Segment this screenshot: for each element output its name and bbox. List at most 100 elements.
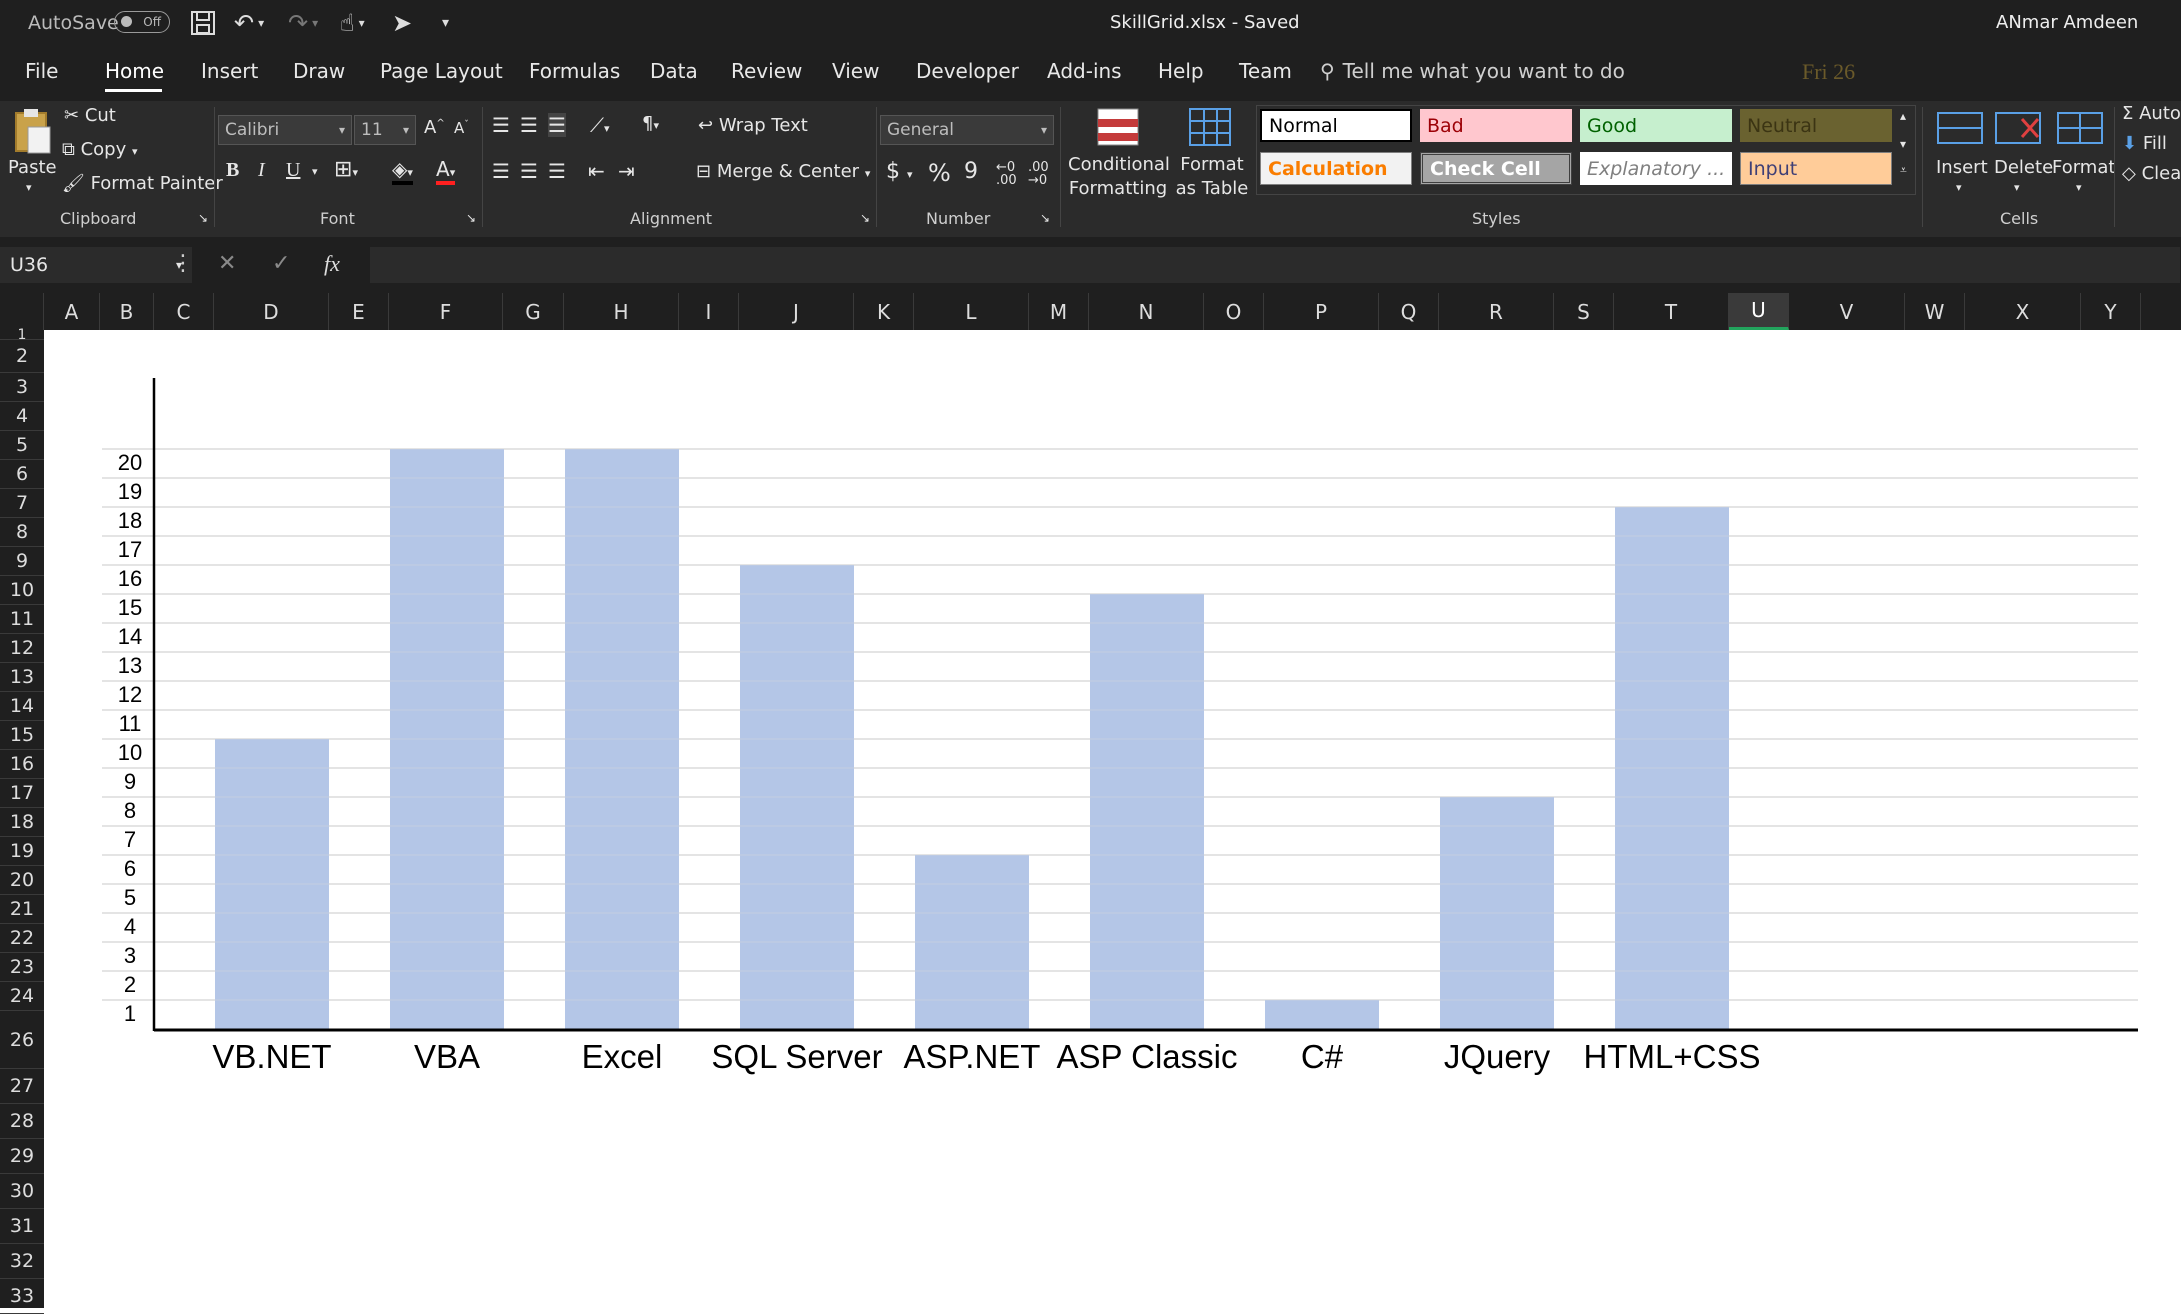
font-name-dropdown[interactable]: Calibri ▾	[218, 115, 352, 145]
column-header[interactable]: C	[154, 293, 214, 330]
select-pointer-icon[interactable]: ➤	[392, 0, 412, 45]
currency-button[interactable]: $ ▾	[886, 159, 913, 184]
row-header[interactable]: 21	[0, 895, 44, 924]
underline-button[interactable]: U	[286, 159, 300, 182]
text-direction-icon[interactable]: ¶▾	[642, 113, 659, 134]
align-right-icon[interactable]: ☰	[548, 159, 566, 183]
worksheet-grid[interactable]: 1 2 3 4 5 6 7 8 9 10 11 12 13 14 15 16 17 18 19 20 VB.NET VBA…	[44, 330, 2181, 1308]
row-header[interactable]: 16	[0, 750, 44, 779]
gallery-more-icon[interactable]: ⩡	[1900, 163, 1907, 178]
row-header[interactable]: 26	[0, 1011, 44, 1069]
row-header[interactable]: 31	[0, 1209, 44, 1244]
column-header[interactable]: T	[1614, 293, 1729, 330]
style-check-cell[interactable]: Check Cell	[1420, 152, 1572, 185]
column-header[interactable]: M	[1029, 293, 1089, 330]
row-header[interactable]: 28	[0, 1104, 44, 1139]
row-header[interactable]: 10	[0, 576, 44, 605]
conditional-formatting-button[interactable]: Conditional Formatting	[1066, 107, 1170, 203]
column-header[interactable]: H	[564, 293, 679, 330]
italic-button[interactable]: I	[258, 159, 265, 182]
customize-toolbar-icon[interactable]: ▾	[442, 0, 449, 45]
save-icon[interactable]	[190, 0, 216, 45]
style-normal[interactable]: Normal	[1260, 109, 1412, 142]
cancel-icon[interactable]: ✕	[218, 251, 236, 276]
decrease-indent-icon[interactable]: ⇤	[588, 159, 605, 183]
format-painter-button[interactable]: 🖌 Format Painter	[62, 173, 223, 194]
autosum-button[interactable]: Σ Auto	[2122, 103, 2181, 124]
tab-formulas[interactable]: Formulas	[529, 59, 620, 83]
row-header[interactable]: 23	[0, 953, 44, 982]
gallery-scroll-down-icon[interactable]: ▾	[1900, 137, 1906, 151]
style-explanatory[interactable]: Explanatory ...	[1580, 152, 1732, 185]
align-left-icon[interactable]: ☰	[492, 159, 510, 183]
increase-indent-icon[interactable]: ⇥	[618, 159, 635, 183]
style-input[interactable]: Input	[1740, 152, 1892, 185]
row-header[interactable]: 12	[0, 634, 44, 663]
percent-button[interactable]: %	[928, 159, 951, 187]
merge-center-button[interactable]: ⊟ Merge & Center ▾	[696, 161, 870, 182]
style-good[interactable]: Good	[1580, 109, 1732, 142]
enter-icon[interactable]: ✓	[272, 251, 290, 276]
autosave-toggle[interactable]: Off	[114, 11, 170, 33]
fill-color-icon[interactable]: ◈▾	[392, 157, 413, 185]
column-header[interactable]: F	[389, 293, 503, 330]
delete-cells-button[interactable]: Delete ▾	[1992, 107, 2053, 203]
row-header[interactable]: 14	[0, 692, 44, 721]
row-header[interactable]: 1	[0, 328, 44, 342]
increase-font-size-icon[interactable]: A^	[424, 117, 445, 138]
row-header[interactable]: 30	[0, 1174, 44, 1209]
format-as-table-button[interactable]: Format as Table	[1168, 107, 1252, 203]
tab-team[interactable]: Team	[1239, 59, 1292, 83]
user-name[interactable]: ANmar Amdeen	[1996, 0, 2138, 45]
column-header[interactable]: V	[1789, 293, 1905, 330]
formula-input[interactable]	[370, 247, 2180, 283]
fill-button[interactable]: ⬇ Fill	[2122, 133, 2167, 154]
wrap-text-button[interactable]: ↩ Wrap Text	[698, 115, 808, 136]
tab-view[interactable]: View	[832, 59, 879, 83]
increase-decimal-icon[interactable]: ←0.00	[996, 161, 1017, 187]
align-middle-icon[interactable]: ☰	[520, 113, 538, 137]
column-header[interactable]: L	[914, 293, 1029, 330]
column-header[interactable]: B	[100, 293, 154, 330]
align-center-icon[interactable]: ☰	[520, 159, 538, 183]
column-header[interactable]: G	[503, 293, 564, 330]
gallery-scroll-up-icon[interactable]: ▴	[1900, 109, 1906, 123]
borders-icon[interactable]: ⊞▾	[334, 157, 358, 182]
format-cells-button[interactable]: Format ▾	[2050, 107, 2115, 203]
column-header[interactable]: I	[679, 293, 739, 330]
align-top-icon[interactable]: ☰	[492, 113, 510, 137]
row-header[interactable]: 19	[0, 837, 44, 866]
row-header[interactable]: 22	[0, 924, 44, 953]
row-header[interactable]: 15	[0, 721, 44, 750]
row-header[interactable]: 11	[0, 605, 44, 634]
tab-review[interactable]: Review	[731, 59, 802, 83]
tab-developer[interactable]: Developer	[916, 59, 1019, 83]
row-header[interactable]: 9	[0, 547, 44, 576]
insert-cells-button[interactable]: Insert ▾	[1934, 107, 1990, 203]
font-launcher-icon[interactable]: ↘	[466, 211, 476, 225]
tab-page-layout[interactable]: Page Layout	[380, 59, 503, 83]
row-header[interactable]: 8	[0, 518, 44, 547]
tab-draw[interactable]: Draw	[293, 59, 345, 83]
tab-data[interactable]: Data	[650, 59, 698, 83]
row-header[interactable]: 6	[0, 460, 44, 489]
column-header[interactable]: R	[1439, 293, 1554, 330]
touch-mode-icon[interactable]: ☝ ▾	[340, 0, 365, 45]
tell-me-search[interactable]: ⚲ Tell me what you want to do	[1320, 59, 1625, 83]
row-header[interactable]: 4	[0, 402, 44, 431]
insert-function-icon[interactable]: fx	[324, 251, 340, 277]
column-header[interactable]: Q	[1379, 293, 1439, 330]
number-launcher-icon[interactable]: ↘	[1040, 211, 1050, 225]
select-all-corner[interactable]	[0, 293, 44, 330]
column-header[interactable]: S	[1554, 293, 1614, 330]
column-header[interactable]: D	[214, 293, 329, 330]
column-header[interactable]: Y	[2081, 293, 2141, 330]
copy-button[interactable]: ⧉ Copy ▾	[62, 139, 138, 160]
column-header[interactable]: A	[44, 293, 100, 330]
tab-file[interactable]: File	[25, 59, 58, 83]
font-color-icon[interactable]: A▾	[436, 157, 456, 185]
row-header[interactable]: 17	[0, 779, 44, 808]
style-calculation[interactable]: Calculation	[1260, 152, 1412, 185]
align-bottom-icon[interactable]: ☰	[548, 113, 566, 137]
tab-insert[interactable]: Insert	[201, 59, 258, 83]
